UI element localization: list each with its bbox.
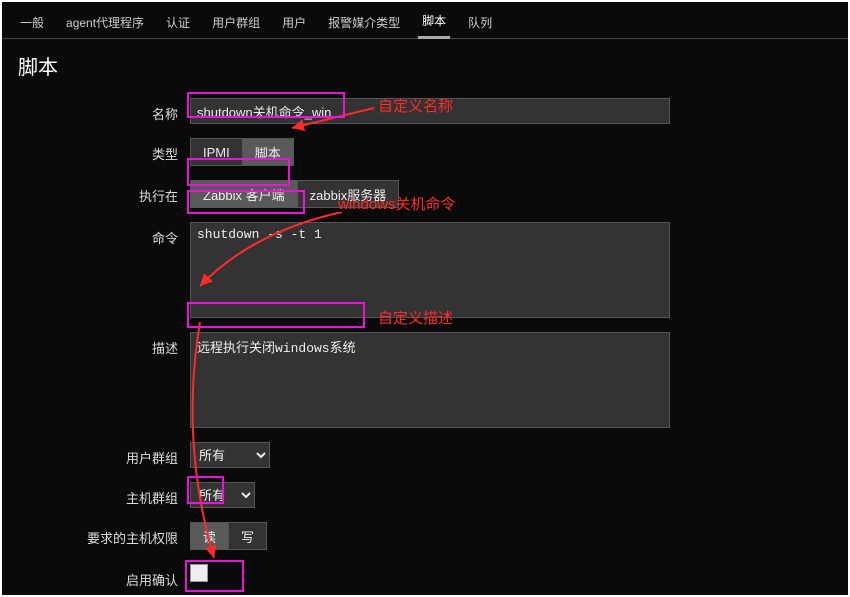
label-host-group: 主机群组 [18,482,190,507]
tab-user-groups[interactable]: 用户群组 [208,14,264,38]
page-title: 脚本 [2,39,848,98]
host-group-select[interactable]: 所有 [190,482,255,508]
top-nav: 一般 agent代理程序 认证 用户群组 用户 报警媒介类型 脚本 队列 [2,2,848,39]
tab-queue[interactable]: 队列 [464,14,496,38]
host-perm-segment: 读 写 [190,522,267,550]
execute-on-agent[interactable]: Zabbix 客户端 [190,180,298,208]
script-form: 名称 类型 IPMI 脚本 执行在 Zabbix 客户端 zabbix服务器 [2,98,848,597]
label-user-group: 用户群组 [18,442,190,467]
label-name: 名称 [18,98,190,123]
row-host-perm: 要求的主机权限 读 写 [18,522,832,550]
tab-auth[interactable]: 认证 [162,14,194,38]
row-host-group: 主机群组 所有 [18,482,832,508]
tab-scripts[interactable]: 脚本 [418,12,450,39]
label-execute-on: 执行在 [18,180,190,205]
tab-general[interactable]: 一般 [16,14,48,38]
host-perm-read[interactable]: 读 [190,522,229,550]
label-command: 命令 [18,222,190,247]
command-textarea[interactable] [190,222,670,318]
description-textarea[interactable] [190,332,670,428]
row-name: 名称 [18,98,832,124]
row-type: 类型 IPMI 脚本 [18,138,832,166]
type-segment: IPMI 脚本 [190,138,294,166]
tab-agent-proxy[interactable]: agent代理程序 [62,14,148,38]
label-type: 类型 [18,138,190,163]
type-option-ipmi[interactable]: IPMI [190,138,243,166]
row-description: 描述 [18,332,832,428]
row-execute-on: 执行在 Zabbix 客户端 zabbix服务器 [18,180,832,208]
row-command: 命令 [18,222,832,318]
tab-media-types[interactable]: 报警媒介类型 [324,14,404,38]
name-input[interactable] [190,98,670,124]
execute-on-server[interactable]: zabbix服务器 [297,180,400,208]
row-enable-confirm: 启用确认 [18,564,832,589]
label-host-perm: 要求的主机权限 [18,522,190,547]
enable-confirm-checkbox[interactable] [190,564,208,582]
tab-users[interactable]: 用户 [278,14,310,38]
execute-on-segment: Zabbix 客户端 zabbix服务器 [190,180,399,208]
label-enable-confirm: 启用确认 [18,564,190,589]
host-perm-write[interactable]: 写 [228,522,267,550]
type-option-script[interactable]: 脚本 [242,138,294,166]
label-description: 描述 [18,332,190,357]
user-group-select[interactable]: 所有 [190,442,270,468]
row-user-group: 用户群组 所有 [18,442,832,468]
